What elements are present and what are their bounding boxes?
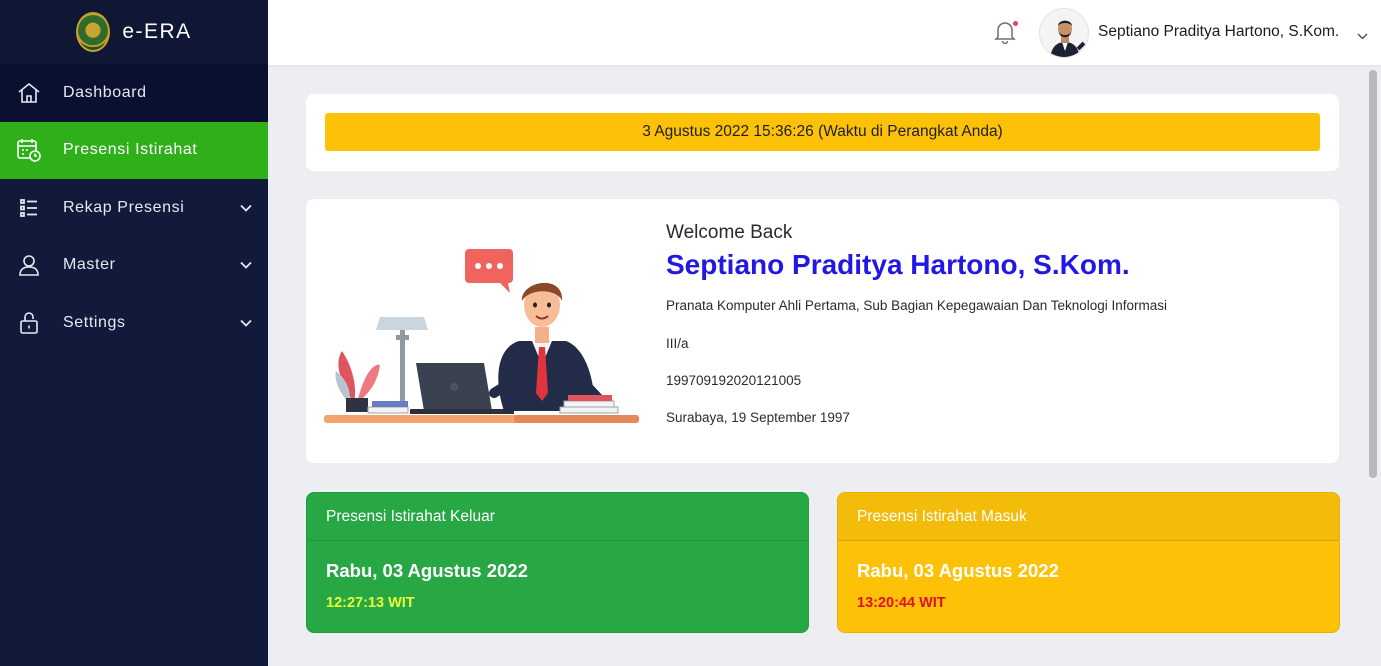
employee-nip: 199709192020121005 <box>666 373 802 388</box>
break-in-date: Rabu, 03 Agustus 2022 <box>857 560 1059 581</box>
avatar[interactable] <box>1039 8 1089 58</box>
employee-birth: Surabaya, 19 September 1997 <box>666 410 850 425</box>
break-in-card: Presensi Istirahat Masuk Rabu, 03 Agustu… <box>837 492 1340 633</box>
sidebar-item-label: Master <box>63 256 116 274</box>
page-scrollbar[interactable] <box>1369 70 1377 478</box>
sidebar-item-label: Settings <box>63 313 126 331</box>
court-emblem-logo <box>76 12 111 52</box>
home-icon <box>16 80 42 106</box>
sidebar-item-presensi-istirahat[interactable]: Presensi Istirahat <box>0 121 268 179</box>
topbar: Septiano Praditya Hartono, S.Kom. <box>268 0 1381 65</box>
calendar-clock-icon <box>16 137 42 163</box>
office-worker-illustration <box>324 249 639 423</box>
device-datetime: 3 Agustus 2022 15:36:26 (Waktu di Perang… <box>325 113 1320 151</box>
sidebar-item-rekap-presensi[interactable]: Rekap Presensi <box>0 179 268 237</box>
list-icon <box>16 195 42 221</box>
sidebar: e-ERA Dashboard Presensi Istirahat Rekap… <box>0 0 268 666</box>
break-out-date: Rabu, 03 Agustus 2022 <box>326 560 528 581</box>
datetime-card: 3 Agustus 2022 15:36:26 (Waktu di Perang… <box>306 94 1339 171</box>
break-in-title: Presensi Istirahat Masuk <box>838 493 1339 541</box>
chevron-down-icon <box>240 256 252 274</box>
sidebar-item-label: Presensi Istirahat <box>63 141 198 159</box>
break-out-title: Presensi Istirahat Keluar <box>307 493 808 541</box>
employee-name: Septiano Praditya Hartono, S.Kom. <box>666 249 1130 280</box>
break-out-time: 12:27:13 WIT <box>326 595 415 611</box>
sidebar-item-label: Dashboard <box>63 83 147 101</box>
user-icon <box>16 252 42 278</box>
notification-dot <box>1013 21 1018 26</box>
employee-position: Pranata Komputer Ahli Pertama, Sub Bagia… <box>666 298 1168 313</box>
sidebar-item-label: Rekap Presensi <box>63 198 185 216</box>
sidebar-item-master[interactable]: Master <box>0 237 268 295</box>
chevron-down-icon <box>240 199 252 217</box>
welcome-greeting: Welcome Back <box>666 222 793 243</box>
break-out-card: Presensi Istirahat Keluar Rabu, 03 Agust… <box>306 492 809 633</box>
employee-rank: III/a <box>666 336 689 351</box>
lock-icon <box>16 310 42 336</box>
welcome-card: Welcome Back Septiano Praditya Hartono, … <box>306 199 1339 463</box>
user-name[interactable]: Septiano Praditya Hartono, S.Kom. <box>1098 23 1339 41</box>
brand-name: e-ERA <box>122 20 192 43</box>
brand[interactable]: e-ERA <box>0 0 268 64</box>
break-in-time: 13:20:44 WIT <box>857 595 946 611</box>
chevron-down-icon <box>240 314 252 332</box>
sidebar-item-dashboard[interactable]: Dashboard <box>0 64 268 122</box>
sidebar-item-settings[interactable]: Settings <box>0 294 268 352</box>
chevron-down-icon[interactable] <box>1357 27 1368 45</box>
